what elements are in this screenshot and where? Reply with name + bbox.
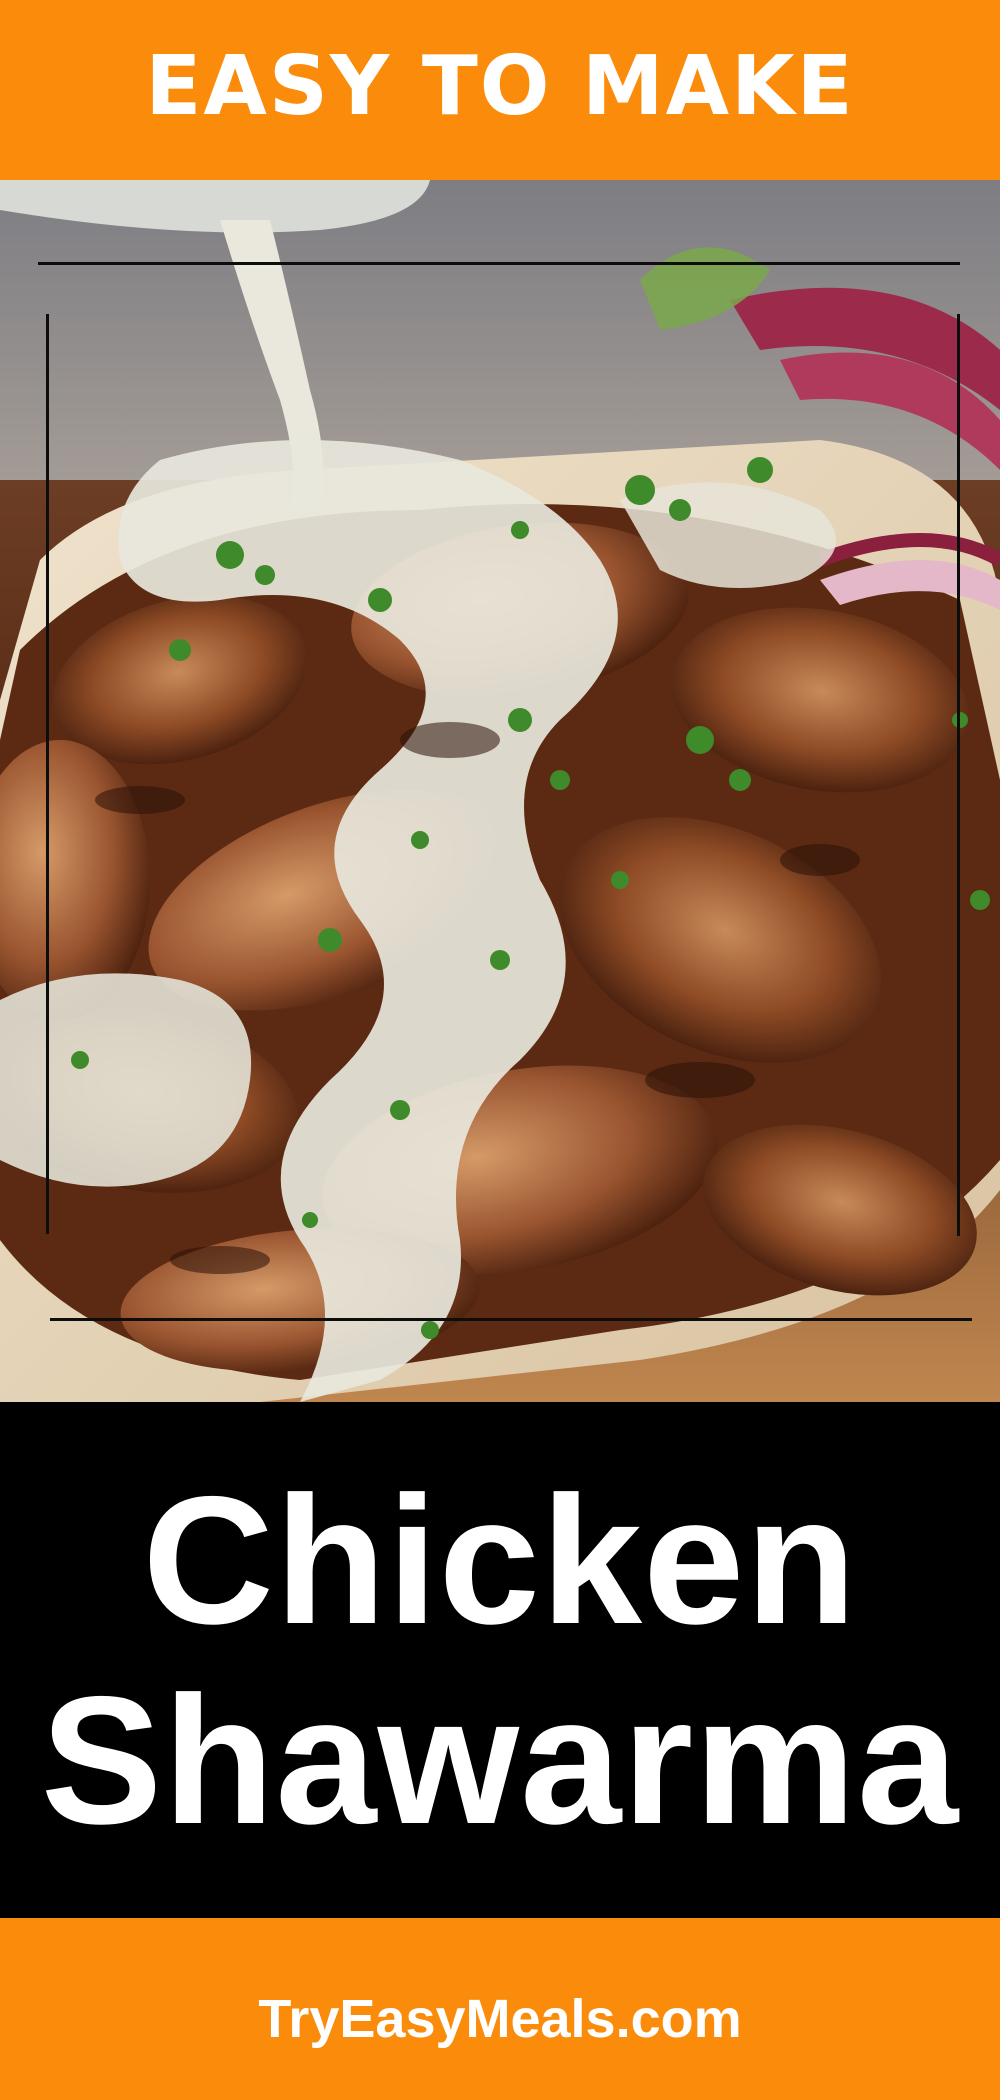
shawarma-illustration (0, 180, 1000, 1402)
shawarma-photo (0, 180, 1000, 1402)
top-banner: EASY TO MAKE (0, 0, 1000, 180)
title-line-1: Chicken (142, 1458, 858, 1662)
bottom-banner: TryEasyMeals.com (0, 1918, 1000, 2100)
frame-line-top (38, 262, 960, 265)
frame-line-right (957, 314, 960, 1236)
frame-line-left (46, 314, 49, 1234)
frame-line-bottom (50, 1318, 972, 1321)
tagline-text: EASY TO MAKE (145, 38, 855, 134)
title-panel: Chicken Shawarma (0, 1402, 1000, 1918)
title-line-2: Shawarma (40, 1658, 960, 1862)
website-url: TryEasyMeals.com (258, 1989, 742, 2049)
